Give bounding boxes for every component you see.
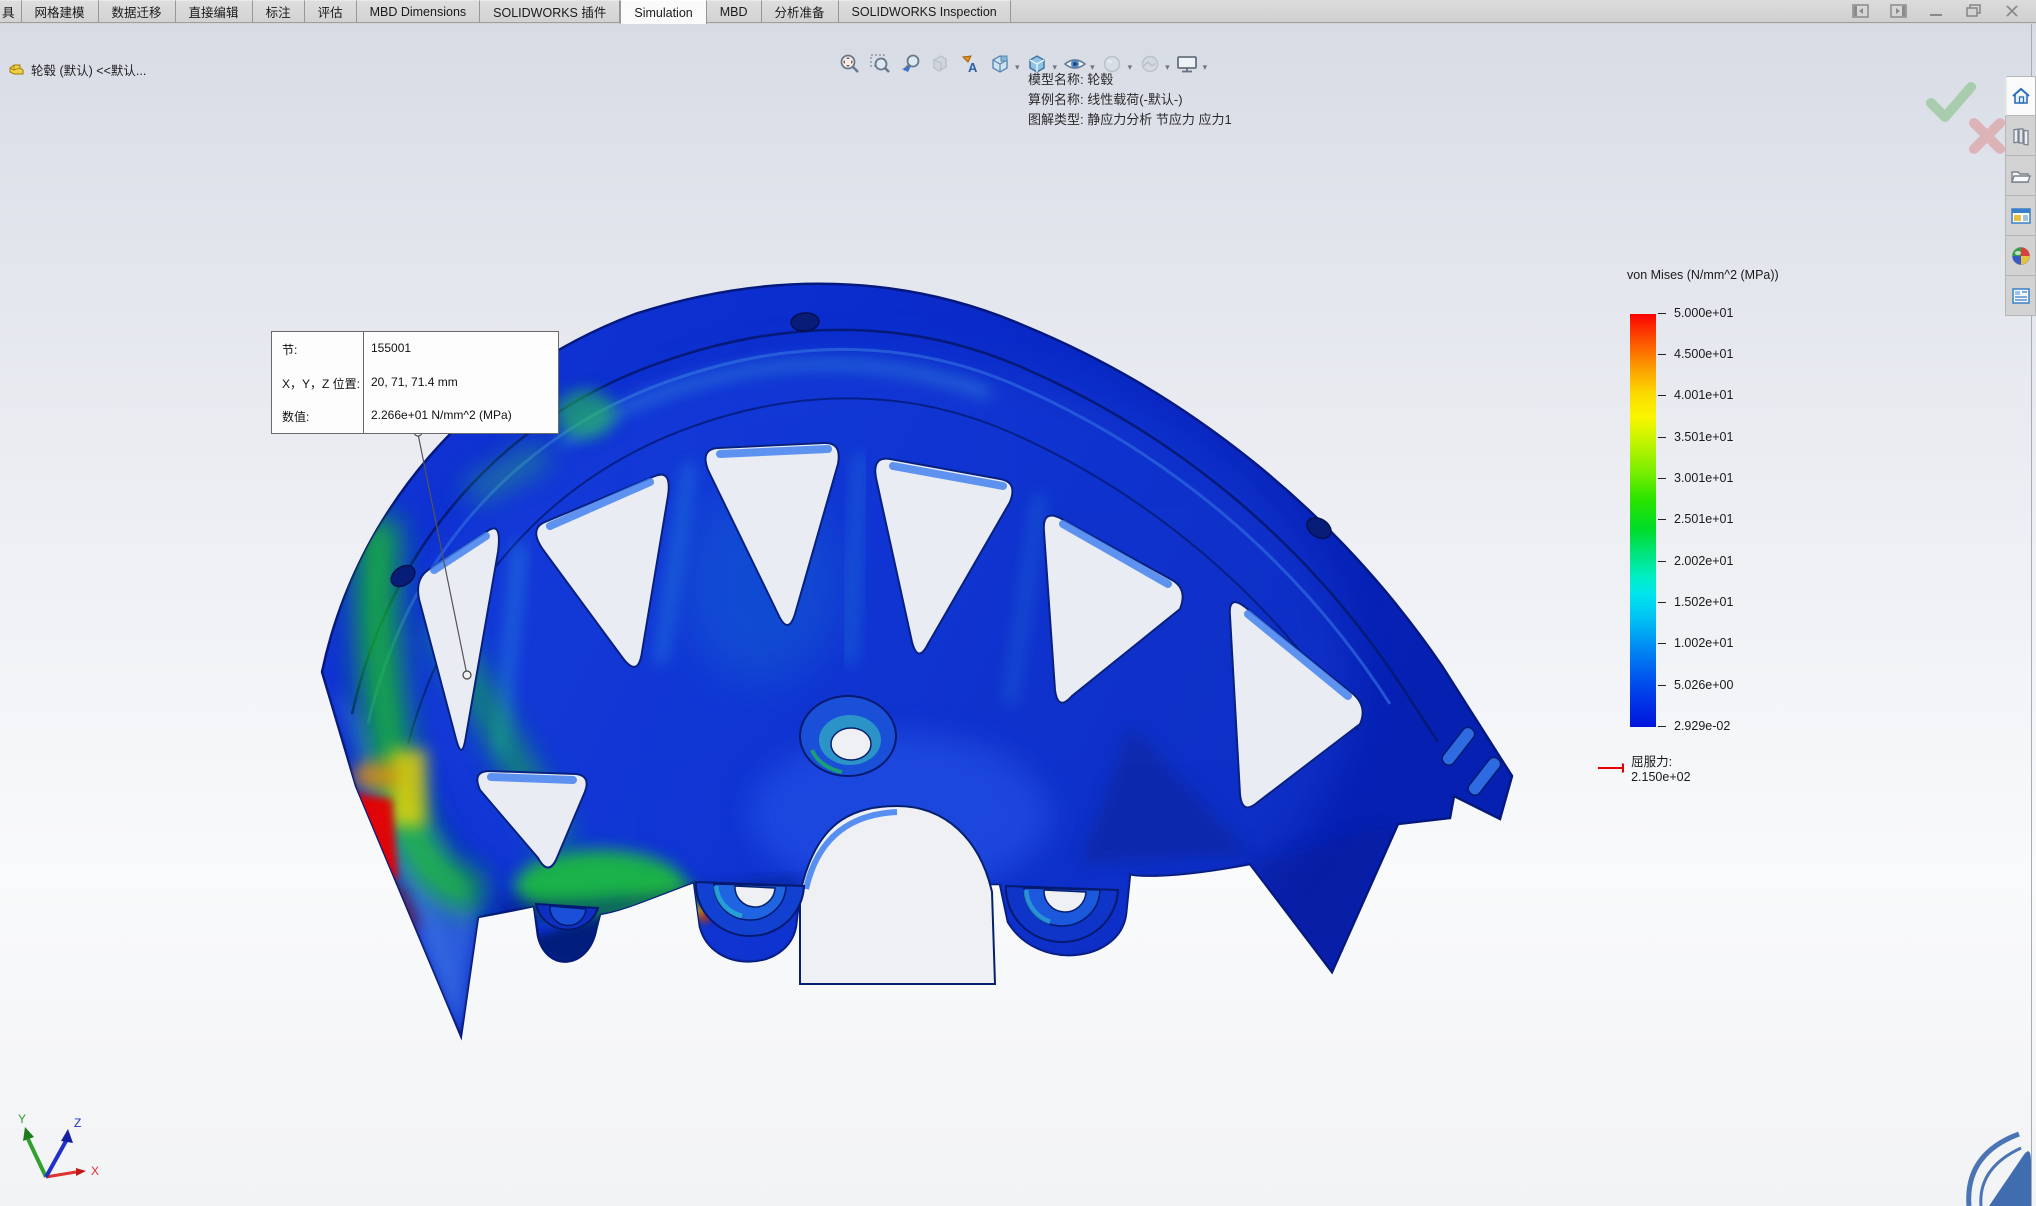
legend-tick: 1.002e+01 bbox=[1674, 636, 1734, 650]
pane-collapse-right-icon[interactable] bbox=[1888, 3, 1908, 19]
tab-mbd-dimensions[interactable]: MBD Dimensions bbox=[356, 0, 481, 22]
home-icon bbox=[2012, 87, 2030, 104]
restore-icon[interactable] bbox=[1964, 3, 1984, 19]
max-stress-hotspot bbox=[348, 792, 398, 884]
callout-node-value: 155001 bbox=[363, 332, 558, 366]
tree-item-label: 轮毂 (默认) <<默认... bbox=[31, 64, 147, 78]
view-orientation-icon[interactable] bbox=[986, 50, 1013, 77]
task-pane-tabs bbox=[2005, 76, 2036, 316]
tab-mesh-modeling[interactable]: 网格建模 bbox=[21, 0, 99, 22]
custom-properties-tab[interactable] bbox=[2005, 276, 2036, 316]
graphics-area[interactable]: 轮毂 (默认) <<默认... A ▾ ▾ ▾ ▾ ▾ ▾ 模型名称: 轮毂 算… bbox=[0, 24, 2036, 1206]
view-palette-tab[interactable] bbox=[2005, 196, 2036, 236]
legend-tick: 2.002e+01 bbox=[1674, 554, 1734, 568]
small-cylinder-stub bbox=[534, 902, 600, 931]
probe-callout[interactable]: 节: 155001 X，Y，Z 位置: 20, 71, 71.4 mm 数值: … bbox=[271, 331, 559, 434]
legend-tick: 3.001e+01 bbox=[1674, 471, 1734, 485]
hub-bore-notch bbox=[799, 804, 997, 985]
part-icon bbox=[9, 64, 24, 75]
feature-tree-root[interactable]: 轮毂 (默认) <<默认... bbox=[8, 60, 146, 79]
yield-label: 屈服力: 2.150e+02 bbox=[1631, 755, 1691, 784]
callout-value-value: 2.266e+01 N/mm^2 (MPa) bbox=[363, 399, 558, 433]
probe-leader bbox=[413, 427, 472, 680]
zoom-to-fit-icon[interactable] bbox=[836, 50, 863, 77]
cancel-x-icon[interactable] bbox=[1966, 115, 2008, 157]
study-name-line: 算例名称: 线性载荷(-默认-) bbox=[1028, 92, 1183, 107]
center-hole bbox=[799, 695, 897, 777]
legend-title: von Mises (N/mm^2 (MPa)) bbox=[1627, 268, 1779, 282]
model-name-line: 模型名称: 轮毂 bbox=[1028, 72, 1114, 87]
svg-text:A: A bbox=[968, 60, 978, 75]
legend-tick: 4.001e+01 bbox=[1674, 388, 1734, 402]
legend-tick: 3.501e+01 bbox=[1674, 430, 1734, 444]
yield-arrow-icon bbox=[1598, 762, 1625, 773]
legend-tick: 2.501e+01 bbox=[1674, 512, 1734, 526]
file-explorer-tab[interactable] bbox=[2005, 156, 2036, 196]
callout-value-label: 数值: bbox=[282, 410, 310, 425]
section-view-icon[interactable] bbox=[926, 50, 953, 77]
tab-annotation[interactable]: 标注 bbox=[252, 0, 305, 22]
design-library-tab[interactable] bbox=[2005, 116, 2036, 156]
home-tab[interactable] bbox=[2005, 76, 2036, 116]
yield-strength-row: 屈服力: 2.150e+02 bbox=[1598, 751, 1702, 784]
lug-boss-right bbox=[1004, 884, 1120, 944]
plot-info: 模型名称: 轮毂 算例名称: 线性载荷(-默认-) 图解类型: 静应力分析 节应… bbox=[1028, 70, 1232, 130]
view-palette-icon bbox=[2010, 207, 2031, 224]
triad-y-label: Y bbox=[18, 1112, 26, 1126]
tab-direct-editing[interactable]: 直接编辑 bbox=[175, 0, 253, 22]
spoke-cutouts bbox=[417, 441, 1364, 869]
callout-xyz-value: 20, 71, 71.4 mm bbox=[363, 365, 558, 400]
close-icon[interactable] bbox=[2002, 3, 2022, 19]
legend-colorbar bbox=[1630, 314, 1656, 727]
minimize-icon[interactable] bbox=[1926, 3, 1946, 19]
tab-simulation[interactable]: Simulation bbox=[620, 0, 707, 24]
solidworks-window: 具 网格建模 数据迁移 直接编辑 标注 评估 MBD Dimensions SO… bbox=[0, 0, 2036, 1206]
legend-tick: 5.026e+00 bbox=[1674, 678, 1734, 692]
design-library-icon bbox=[2012, 127, 2029, 146]
lug-boss-left bbox=[694, 880, 806, 937]
pane-collapse-left-icon[interactable] bbox=[1850, 3, 1870, 19]
legend-tick: 5.000e+01 bbox=[1674, 306, 1734, 320]
appearances-ball-icon bbox=[2011, 246, 2030, 265]
callout-xyz-label: X，Y，Z 位置: bbox=[282, 376, 361, 391]
plot-type-line: 图解类型: 静应力分析 节应力 应力1 bbox=[1028, 112, 1232, 127]
tab-solidworks-inspection[interactable]: SOLIDWORKS Inspection bbox=[838, 0, 1011, 22]
appearances-tab[interactable] bbox=[2005, 236, 2036, 276]
folder-icon bbox=[2010, 170, 2031, 183]
legend-tick: 4.500e+01 bbox=[1674, 347, 1734, 361]
custom-properties-icon bbox=[2011, 287, 2030, 304]
previous-view-icon[interactable] bbox=[896, 50, 923, 77]
triad-z-label: Z bbox=[74, 1116, 81, 1130]
window-controls bbox=[1850, 0, 2036, 22]
tab-analysis-prep[interactable]: 分析准备 bbox=[761, 0, 839, 22]
triad-x-label: X bbox=[91, 1164, 99, 1178]
tab-tools[interactable]: 具 bbox=[0, 0, 22, 22]
legend-tick: 2.929e-02 bbox=[1674, 719, 1731, 733]
orientation-triad: X Y Z bbox=[18, 1112, 99, 1179]
tab-solidworks-addins[interactable]: SOLIDWORKS 插件 bbox=[480, 0, 621, 22]
mount-tab-slots bbox=[1441, 726, 1502, 796]
callout-node-label: 节: bbox=[282, 343, 298, 357]
annotation-view-icon[interactable]: A bbox=[956, 50, 983, 77]
tab-mbd[interactable]: MBD bbox=[706, 0, 762, 22]
tab-evaluate[interactable]: 评估 bbox=[304, 0, 357, 22]
command-manager-tabs: 具 网格建模 数据迁移 直接编辑 标注 评估 MBD Dimensions SO… bbox=[0, 0, 2036, 24]
solidworks-logo bbox=[1966, 1131, 2031, 1206]
legend-tick: 1.502e+01 bbox=[1674, 595, 1734, 609]
zoom-to-area-icon[interactable] bbox=[866, 50, 893, 77]
view-orientation-caret-icon[interactable]: ▾ bbox=[1015, 62, 1020, 73]
tab-data-migration[interactable]: 数据迁移 bbox=[98, 0, 176, 22]
